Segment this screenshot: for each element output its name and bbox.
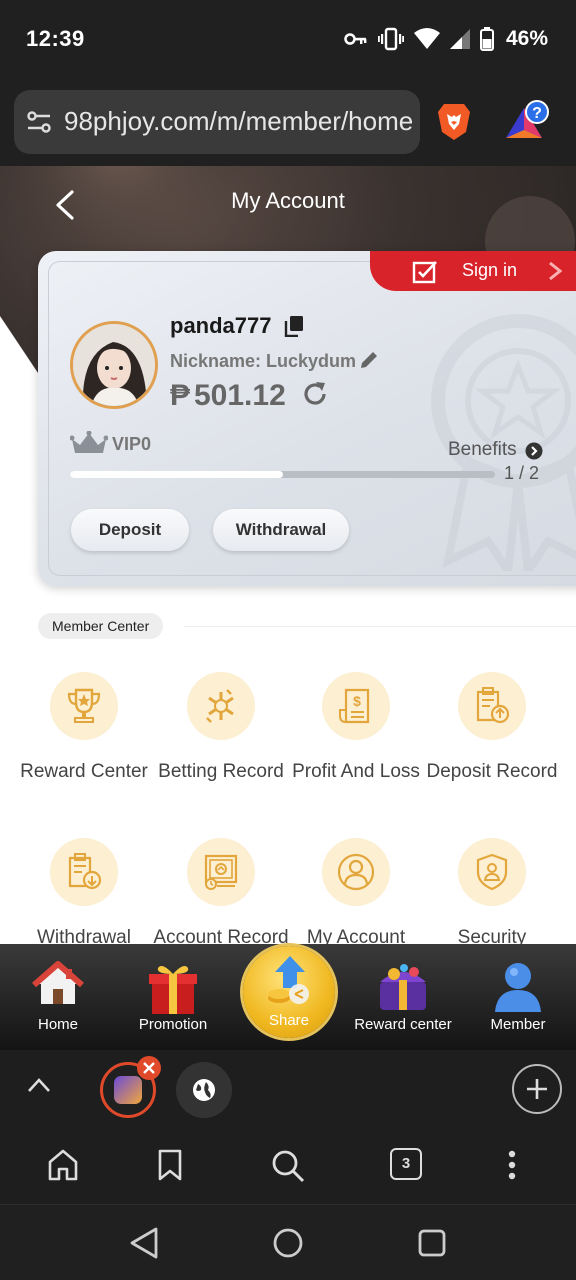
tab-favicon bbox=[114, 1076, 142, 1104]
browser-home-icon[interactable] bbox=[46, 1148, 80, 1182]
checkin-icon bbox=[412, 261, 437, 284]
share-icon bbox=[268, 956, 309, 1004]
browser-toolbar: 3 bbox=[0, 1128, 576, 1204]
new-tab-button[interactable] bbox=[512, 1064, 562, 1114]
nickname: Nickname: Luckydum bbox=[170, 351, 357, 371]
battery-icon bbox=[479, 27, 494, 51]
refresh-icon[interactable] bbox=[300, 379, 330, 409]
vip-progress-count: 1 / 2 bbox=[504, 463, 540, 483]
betting-record-icon-bg bbox=[187, 672, 255, 740]
balance-amount: 501.12 bbox=[194, 379, 286, 412]
benefits-arrow-icon[interactable] bbox=[525, 442, 543, 460]
nav-member-label: Member bbox=[490, 1016, 546, 1033]
deposit-record-icon-bg bbox=[458, 672, 526, 740]
currency-symbol: ₱ bbox=[170, 379, 191, 412]
profit-and-loss-icon-bg: $ bbox=[322, 672, 390, 740]
sign-in-label: Sign in bbox=[462, 260, 518, 280]
vip-level: VIP0 bbox=[112, 434, 152, 454]
user-icon bbox=[337, 853, 375, 891]
edit-pencil-icon[interactable] bbox=[358, 349, 380, 371]
member-center-divider bbox=[184, 626, 576, 627]
plus-icon bbox=[527, 1079, 547, 1099]
url-text[interactable]: 98phjoy.com/m/member/home bbox=[64, 106, 413, 137]
bookmark-icon[interactable] bbox=[156, 1148, 184, 1182]
system-recents-icon[interactable] bbox=[416, 1225, 448, 1261]
nav-reward-center[interactable]: Reward center bbox=[345, 944, 461, 1050]
share-label: Share bbox=[268, 1012, 310, 1029]
account-record-icon-bg bbox=[187, 838, 255, 906]
nav-promotion[interactable]: Promotion bbox=[115, 944, 231, 1050]
withdrawal-icon-bg bbox=[50, 838, 118, 906]
copy-icon[interactable] bbox=[284, 315, 304, 337]
deposit-button[interactable]: Deposit bbox=[71, 509, 189, 551]
chevron-right-icon bbox=[549, 261, 562, 281]
nav-member[interactable]: Member bbox=[460, 944, 576, 1050]
leo-ai-icon[interactable]: ? bbox=[504, 100, 552, 144]
betting-record-label: Betting Record bbox=[158, 761, 284, 782]
page-content: My Account Sign in panda777 Nickname: Lu… bbox=[0, 166, 576, 1044]
search-icon[interactable] bbox=[270, 1148, 306, 1184]
globe-icon bbox=[193, 1079, 215, 1101]
more-menu-icon[interactable] bbox=[506, 1148, 518, 1182]
status-bar: 12:39 46% bbox=[0, 0, 576, 80]
system-back-icon[interactable] bbox=[128, 1225, 160, 1261]
nav-promotion-label: Promotion bbox=[138, 1016, 208, 1033]
account-record-icon bbox=[204, 854, 238, 890]
status-time: 12:39 bbox=[26, 26, 85, 51]
betting-record-icon bbox=[206, 689, 234, 723]
deposit-record-icon bbox=[476, 687, 510, 724]
withdrawal-record-icon bbox=[68, 853, 102, 890]
account-card: Sign in panda777 Nickname: Luckydum ₱ 50… bbox=[38, 251, 576, 586]
battery-percent: 46% bbox=[505, 27, 548, 50]
member-center-title: Member Center bbox=[38, 613, 164, 639]
system-nav-bar bbox=[0, 1204, 576, 1280]
signal-icon bbox=[449, 29, 470, 49]
browser-tab-strip bbox=[0, 1050, 576, 1128]
security-shield-icon bbox=[476, 853, 508, 891]
close-tab-button[interactable] bbox=[137, 1056, 161, 1080]
vibrate-icon bbox=[377, 27, 404, 51]
site-settings-icon[interactable] bbox=[26, 109, 52, 135]
username: panda777 bbox=[170, 313, 272, 338]
my-account-icon-bg bbox=[322, 838, 390, 906]
nav-home-label: Home bbox=[37, 1016, 78, 1033]
reward-center-icon-bg bbox=[50, 672, 118, 740]
wifi-icon bbox=[413, 28, 440, 49]
url-bar[interactable]: 98phjoy.com/m/member/home bbox=[14, 90, 420, 154]
member-avatar-icon bbox=[495, 963, 541, 1012]
deposit-record-label: Deposit Record bbox=[426, 761, 558, 782]
avatar-image bbox=[73, 324, 155, 406]
vip-progress-bar bbox=[70, 471, 495, 478]
benefits-link[interactable]: Benefits bbox=[448, 439, 517, 461]
reward-chest-icon bbox=[380, 964, 426, 1010]
svg-text:?: ? bbox=[532, 105, 542, 122]
svg-text:$: $ bbox=[353, 693, 361, 709]
reward-center-label: Reward Center bbox=[20, 761, 148, 782]
profit-loss-icon: $ bbox=[339, 688, 370, 724]
crown-icon bbox=[70, 431, 108, 453]
trophy-icon bbox=[67, 688, 101, 723]
gift-icon bbox=[149, 966, 197, 1014]
brave-shields-icon[interactable] bbox=[436, 102, 472, 142]
nav-home[interactable]: Home bbox=[0, 944, 116, 1050]
status-icons: 46% bbox=[344, 24, 548, 54]
nav-reward-center-label: Reward center bbox=[354, 1016, 452, 1033]
close-icon bbox=[143, 1062, 155, 1074]
tab-count-button[interactable]: 3 bbox=[390, 1148, 422, 1180]
sign-in-button[interactable]: Sign in bbox=[370, 251, 576, 291]
home-icon bbox=[32, 961, 84, 1004]
tab-thumbnail[interactable] bbox=[176, 1062, 232, 1118]
key-icon bbox=[344, 33, 367, 45]
avatar[interactable] bbox=[70, 321, 158, 409]
browser-url-area: 98phjoy.com/m/member/home ? bbox=[0, 80, 576, 166]
withdrawal-button[interactable]: Withdrawal bbox=[213, 509, 349, 551]
system-home-icon[interactable] bbox=[272, 1225, 304, 1261]
chevron-up-icon[interactable] bbox=[26, 1076, 52, 1094]
page-title: My Account bbox=[231, 188, 345, 213]
vip-progress-fill bbox=[70, 471, 283, 478]
profit-and-loss-label: Profit And Loss bbox=[292, 761, 420, 782]
security-icon-bg bbox=[458, 838, 526, 906]
